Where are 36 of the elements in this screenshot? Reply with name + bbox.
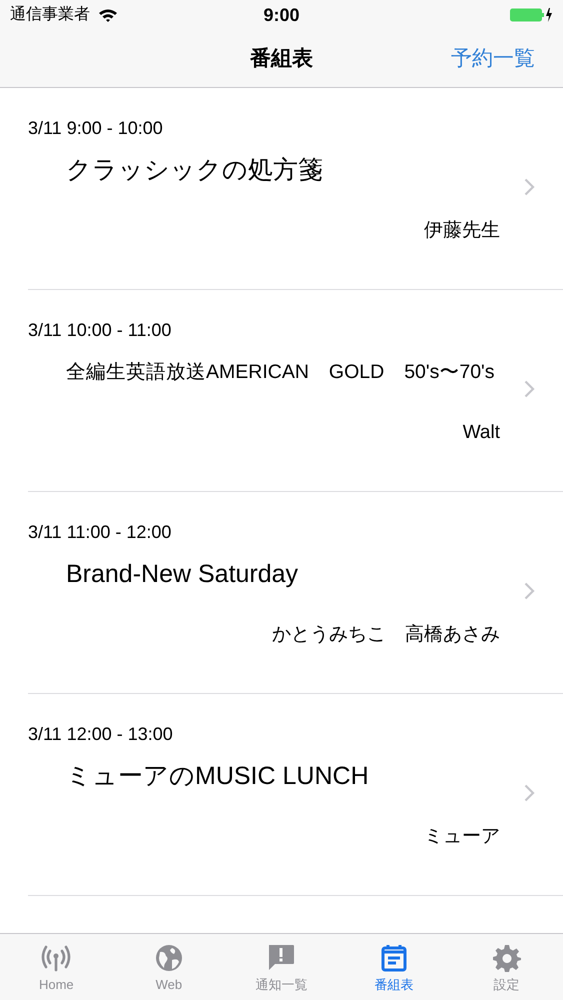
- calendar-icon: [379, 942, 410, 972]
- battery-icon: [510, 7, 553, 23]
- program-row[interactable]: 3/11 9:00 - 10:00 クラッシックの処方箋 伊藤先生: [28, 88, 563, 290]
- program-title: Brand-New Saturday: [66, 559, 298, 589]
- settings-icon: [492, 942, 522, 972]
- tab-item[interactable]: 通知一覧: [225, 934, 338, 1000]
- program-title: 全編生英語放送AMERICAN GOLD 50's〜70's: [66, 360, 495, 385]
- performer-name: Walt: [462, 421, 500, 445]
- tab-item[interactable]: Web: [112, 934, 226, 1000]
- performer-name: 伊藤先生: [424, 219, 500, 243]
- program-time: 3/11 10:00 - 11:00: [28, 319, 172, 341]
- performer-name: ミューア: [424, 825, 500, 849]
- chevron-icon: [524, 582, 535, 600]
- program-time: 3/11 9:00 - 10:00: [28, 117, 163, 139]
- antenna-icon: [41, 942, 72, 972]
- reservation-list-button[interactable]: 予約一覧: [451, 42, 535, 74]
- alert-icon: [266, 942, 296, 972]
- carrier-name: 通信事業者: [10, 4, 90, 25]
- tab-item[interactable]: 設定: [450, 934, 563, 1000]
- clock-time: 9:00: [263, 4, 300, 26]
- program-row[interactable]: 3/11 12:00 - 13:00 ミューアのMUSIC LUNCH ミューア: [28, 694, 563, 896]
- chevron-icon: [524, 380, 535, 398]
- program-time: 3/11 11:00 - 12:00: [28, 521, 172, 543]
- program-title: ミューアのMUSIC LUNCH: [66, 761, 369, 791]
- tab-item[interactable]: Home: [0, 934, 113, 1000]
- program-row[interactable]: 3/11 11:00 - 12:00 Brand-New Saturday かとうみちこ 高橋あさみ: [28, 492, 563, 694]
- wifi-icon: [98, 8, 118, 22]
- chevron-icon: [524, 178, 535, 196]
- program-title: クラッシックの処方箋: [66, 155, 323, 185]
- program-time: 3/11 12:00 - 13:00: [28, 723, 173, 745]
- program-row[interactable]: 3/11 10:00 - 11:00 全編生英語放送AMERICAN GOLD 50's〜70's Walt: [28, 290, 563, 492]
- tab-item[interactable]: 番組表: [338, 934, 450, 1000]
- nav-title: 番組表: [250, 46, 313, 72]
- performer-name: かとうみちこ 高橋あさみ: [272, 623, 500, 647]
- globe-icon: [154, 942, 184, 972]
- chevron-icon: [524, 784, 535, 802]
